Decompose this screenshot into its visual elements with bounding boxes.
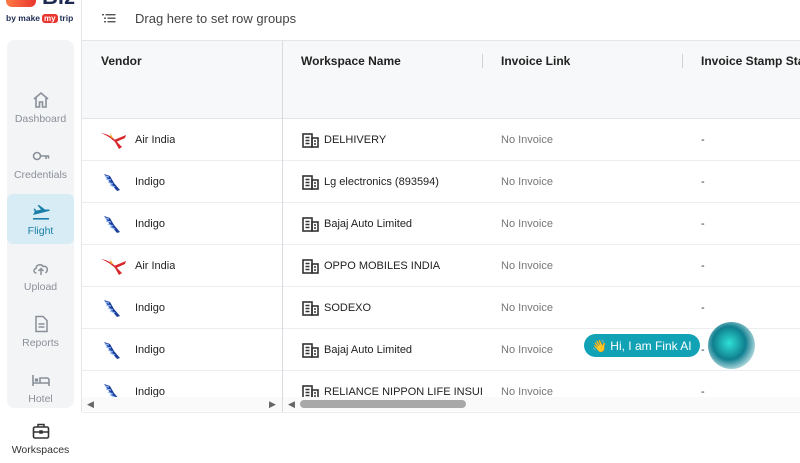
indigo-logo [104, 174, 120, 191]
scroll-right-arrow-icon[interactable]: ▶ [269, 399, 276, 410]
sidebar-item-label: Upload [23, 281, 58, 293]
plane-icon [32, 205, 50, 220]
chat-assistant-orb-icon[interactable] [708, 322, 755, 369]
invoice-stamp-status: - [701, 260, 705, 272]
sidebar-item-hotel[interactable]: Hotel [7, 362, 74, 412]
document-icon [34, 315, 48, 333]
vendor-name: Indigo [135, 218, 165, 230]
sidebar-item-upload[interactable]: Upload [7, 250, 74, 300]
building-icon [302, 343, 319, 358]
key-icon [32, 151, 49, 161]
row-group-drop-zone[interactable]: Drag here to set row groups [82, 0, 800, 41]
workspace-name: SODEXO [324, 302, 372, 314]
air-india-logo [101, 133, 126, 149]
column-resize-handle[interactable] [482, 54, 483, 68]
air-india-logo [101, 259, 126, 275]
column-header-invoice-stamp-status[interactable]: Invoice Stamp Sta [701, 54, 800, 68]
invoice-link: No Invoice [501, 302, 553, 314]
sidebar-item-dashboard[interactable]: Dashboard [7, 82, 74, 132]
invoice-link: No Invoice [501, 134, 553, 146]
sidebar-item-workspaces[interactable]: Workspaces [7, 413, 74, 463]
building-icon [302, 217, 319, 232]
building-icon [302, 175, 319, 190]
sidebar-item-label: Credentials [13, 169, 68, 181]
row-groups-icon [102, 14, 116, 23]
sidebar-item-credentials[interactable]: Credentials [7, 138, 74, 188]
scroll-left-arrow-icon[interactable]: ◀ [288, 399, 295, 410]
vendor-name: Air India [135, 134, 176, 146]
sidebar-item-flight[interactable]: Flight [7, 194, 74, 244]
building-icon [302, 133, 319, 148]
vendor-name: Indigo [135, 176, 165, 188]
column-resize-handle[interactable] [682, 54, 683, 68]
invoice-link: No Invoice [501, 218, 553, 230]
column-header-vendor[interactable]: Vendor [101, 54, 142, 68]
invoice-stamp-status: - [701, 218, 705, 230]
sidebar: Biz by makemytrip Dashboard Credentials … [0, 0, 80, 461]
sidebar-item-label: Reports [22, 337, 59, 349]
vendor-name: Indigo [135, 302, 165, 314]
chat-greeting-bubble[interactable]: 👋 Hi, I am Fink AI [584, 334, 700, 357]
grid-header: Vendor Workspace Name Invoice Link Invoi… [82, 41, 800, 119]
scrollbar-thumb[interactable] [300, 400, 466, 408]
sidebar-item-label: Dashboard [14, 113, 67, 125]
brand-logo[interactable]: Biz by makemytrip [0, 0, 80, 34]
sidebar-item-label: Workspaces [11, 444, 70, 456]
column-header-workspace-name[interactable]: Workspace Name [301, 54, 401, 68]
invoice-stamp-status: - [701, 134, 705, 146]
indigo-logo [104, 216, 120, 233]
main-horizontal-scrollbar[interactable]: ◀ [283, 397, 800, 411]
brand-byline: by make my trip [6, 13, 74, 23]
building-icon [302, 301, 319, 316]
bed-icon [31, 375, 50, 386]
invoice-stamp-status: - [701, 302, 705, 314]
cloud-upload-icon [32, 264, 48, 275]
column-header-invoice-link[interactable]: Invoice Link [501, 54, 570, 68]
building-icon [302, 259, 319, 274]
sidebar-item-label: Flight [27, 225, 54, 237]
table-row[interactable]: Air India DELHIVERY No Invoice - [82, 119, 800, 161]
scroll-left-arrow-icon[interactable]: ◀ [87, 399, 94, 410]
brand-name: Biz [42, 0, 75, 10]
vendor-name: Air India [135, 260, 176, 272]
table-row[interactable]: Indigo Lg electronics (893594) No Invoic… [82, 161, 800, 203]
invoice-link: No Invoice [501, 260, 553, 272]
workspace-name: DELHIVERY [324, 134, 387, 146]
invoice-link: No Invoice [501, 344, 553, 356]
invoice-stamp-status: - [701, 344, 705, 356]
home-icon [32, 91, 49, 108]
table-row[interactable]: Indigo SODEXO No Invoice - [82, 287, 800, 329]
workspace-name: Bajaj Auto Limited [324, 218, 413, 230]
indigo-logo [104, 342, 120, 359]
vendor-name: Indigo [135, 344, 165, 356]
indigo-logo [104, 300, 120, 317]
pinned-horizontal-scrollbar[interactable]: ◀ ▶ [82, 397, 282, 411]
invoice-stamp-status: - [701, 176, 705, 188]
workspace-name: OPPO MOBILES INDIA [324, 260, 441, 272]
sidebar-item-reports[interactable]: Reports [7, 306, 74, 356]
invoice-link: No Invoice [501, 176, 553, 188]
workspace-name: Lg electronics (893594) [324, 176, 439, 188]
sidebar-item-label: Hotel [28, 393, 53, 405]
row-group-hint: Drag here to set row groups [135, 11, 297, 26]
briefcase-icon [32, 423, 49, 439]
table-row[interactable]: Indigo Bajaj Auto Limited No Invoice - [82, 203, 800, 245]
pinned-column-divider [282, 41, 283, 412]
table-row[interactable]: Air India OPPO MOBILES INDIA No Invoice … [82, 245, 800, 287]
workspace-name: Bajaj Auto Limited [324, 344, 413, 356]
logo-mark [6, 0, 36, 7]
